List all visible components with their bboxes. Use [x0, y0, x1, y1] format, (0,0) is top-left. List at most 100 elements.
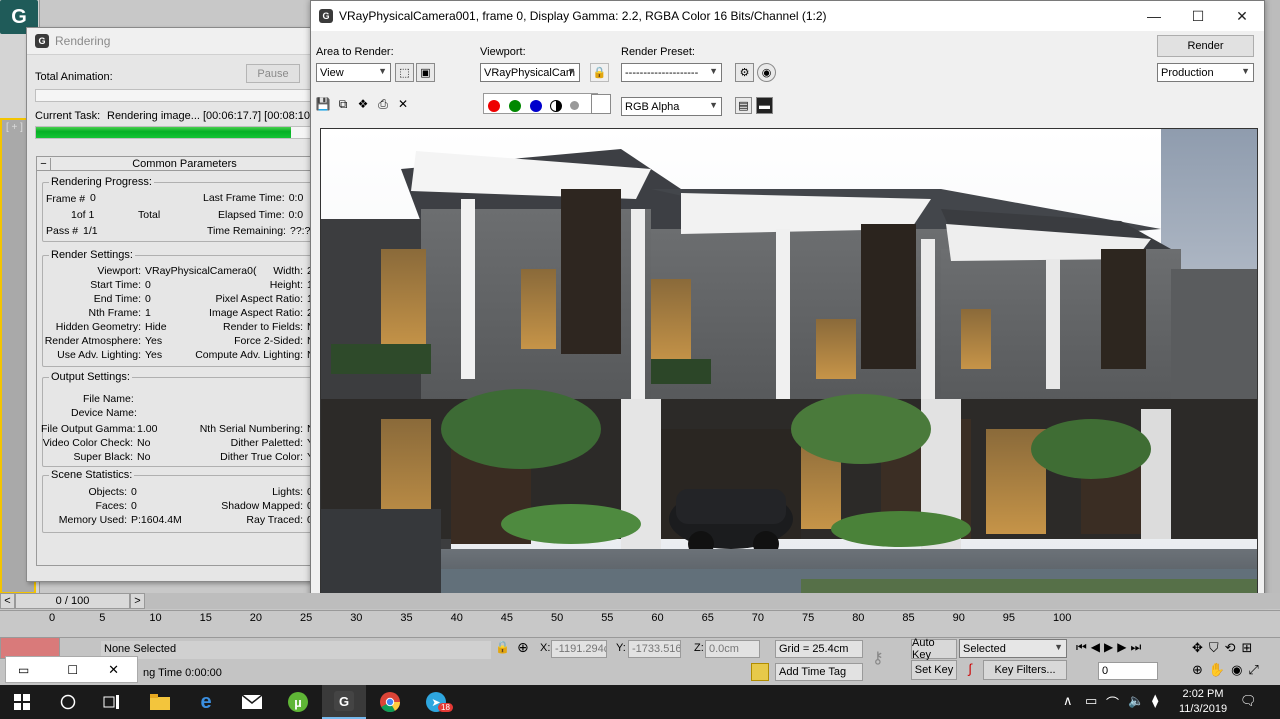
common-parameters-header[interactable]: − Common Parameters — [37, 157, 318, 171]
total-label: Total — [138, 209, 161, 221]
action-center-icon[interactable]: 🗨 — [1240, 693, 1257, 709]
file-explorer-icon[interactable] — [138, 685, 182, 719]
vfb-titlebar[interactable]: G VRayPhysicalCamera001, frame 0, Displa… — [311, 1, 1264, 31]
task-view-icon[interactable] — [90, 685, 134, 719]
telegram-icon[interactable]: ➤ 18 — [414, 685, 458, 719]
right-setting-row: Height:10 — [183, 279, 319, 292]
left-setting-row: Faces: 0 — [43, 500, 136, 513]
right-setting-row: Compute Adv. Lighting:No — [183, 349, 320, 362]
mono-channel-icon[interactable] — [570, 101, 579, 110]
chrome-icon[interactable] — [368, 685, 412, 719]
ruler-tick-label: 100 — [1053, 612, 1072, 624]
set-key-button[interactable]: Set Key — [911, 660, 957, 680]
viewport-nav-icons[interactable]: ✥⛉⟲⊞ — [1192, 640, 1258, 656]
playback-controls-icon[interactable]: ⏮◀▶▶⏭ — [1076, 640, 1145, 655]
z-coordinate-field[interactable]: 0.0cm — [705, 640, 760, 658]
mail-icon[interactable] — [230, 685, 274, 719]
region-render-icon[interactable]: ⬚ — [395, 63, 414, 82]
current-frame-field[interactable]: 0 — [1098, 662, 1158, 680]
viewport-label[interactable]: [ + ] — [6, 122, 23, 133]
left-setting-row: Memory Used: P:1604.4M — [43, 514, 182, 527]
last-frame-time: Last Frame Time: 0:0 — [203, 192, 304, 204]
red-channel-icon[interactable] — [488, 100, 500, 112]
production-dropdown[interactable]: Production ▼ — [1157, 63, 1254, 82]
auto-key-button[interactable]: Auto Key — [911, 637, 957, 661]
left-setting-row: Hidden Geometry: Hide — [41, 321, 167, 334]
render-preview-image[interactable] — [320, 128, 1258, 598]
search-icon[interactable] — [46, 685, 90, 719]
viewport-nav-icons-row2[interactable]: ⊕✋◉⤢ — [1192, 662, 1265, 678]
crop-icon[interactable]: ▣ — [416, 63, 435, 82]
collapse-icon[interactable]: − — [37, 157, 51, 170]
next-frame-icon[interactable]: > — [130, 593, 145, 609]
volume-icon[interactable]: 🔈 — [1128, 693, 1144, 709]
clock-time: 2:02 PM — [1182, 688, 1224, 700]
max-app-icon: G — [319, 9, 333, 23]
timeline-bar — [0, 593, 1280, 609]
z-label: Z: — [694, 642, 704, 654]
viewport-dropdown[interactable]: VRayPhysicalCam ▼ — [480, 63, 580, 82]
show-corrections-icon[interactable]: ▤ — [735, 97, 752, 114]
battery-icon[interactable]: ▭ — [1085, 693, 1097, 709]
background-color-swatch[interactable] — [591, 94, 611, 114]
render-preset-dropdown[interactable]: -------------------- ▼ — [621, 63, 722, 82]
maximize-icon[interactable]: ☐ — [67, 663, 78, 677]
ruler-tick-label: 20 — [249, 612, 263, 624]
save-image-icon[interactable]: 💾 — [314, 95, 332, 113]
dark-mode-icon[interactable]: ▬ — [756, 97, 773, 114]
left-setting-row: Super Black: No — [41, 451, 150, 464]
environment-icon[interactable]: ◉ — [757, 63, 776, 82]
print-icon[interactable]: ⎙ — [374, 95, 392, 113]
tangent-icon[interactable]: ∫ — [960, 661, 980, 681]
setting-label: Lights: — [272, 486, 303, 498]
utorrent-icon[interactable]: µ — [276, 685, 320, 719]
prev-frame-icon[interactable]: < — [0, 593, 15, 609]
absolute-mode-icon[interactable]: ⊕ — [517, 639, 529, 656]
track-bar[interactable] — [0, 610, 1280, 637]
minimized-window[interactable]: ▭ ☐ ✕ — [5, 656, 138, 683]
pause-button[interactable]: Pause — [246, 64, 300, 83]
network-icon[interactable]: ⌒ — [1106, 693, 1119, 712]
key-icon[interactable]: ⚷ — [872, 648, 884, 668]
chevron-down-icon: ▼ — [567, 66, 576, 76]
close-icon[interactable]: ✕ — [1220, 1, 1264, 31]
clear-icon[interactable]: ✕ — [394, 95, 412, 113]
windows-start-icon[interactable] — [0, 685, 44, 719]
channel-dropdown[interactable]: RGB Alpha ▼ — [621, 97, 722, 116]
minimize-icon[interactable]: — — [1132, 1, 1176, 31]
setting-value: Yes — [145, 335, 163, 347]
close-icon[interactable]: ✕ — [108, 662, 119, 678]
clone-frame-icon[interactable]: ⧉ — [334, 95, 352, 113]
channel-value: RGB Alpha — [625, 100, 680, 113]
channels-icon[interactable]: ❖ — [354, 95, 372, 113]
system-clock[interactable]: 2:02 PM 11/3/2019 — [1175, 687, 1231, 717]
ruler-tick-label: 70 — [751, 612, 765, 624]
key-filters-button[interactable]: Key Filters... — [983, 660, 1067, 680]
time-tag-icon[interactable] — [751, 663, 769, 681]
area-to-render-dropdown[interactable]: View ▼ — [316, 63, 391, 82]
ruler-tick-label: 65 — [701, 612, 714, 624]
y-coordinate-field[interactable]: -1733.516c — [628, 640, 681, 658]
key-mode-dropdown[interactable]: Selected ▼ — [959, 639, 1067, 658]
tray-chevron-icon[interactable]: ∧ — [1063, 693, 1073, 709]
setting-label: Render Atmosphere: — [44, 335, 141, 347]
device-name-label: Device Name: — [71, 407, 137, 419]
setting-label: Render to Fields: — [223, 321, 303, 333]
alpha-channel-icon[interactable] — [550, 100, 562, 112]
green-channel-icon[interactable] — [509, 100, 521, 112]
setting-value: 1 — [145, 307, 151, 319]
3ds-max-taskbar-icon[interactable]: G — [322, 685, 366, 719]
edge-browser-icon[interactable]: e — [184, 685, 228, 719]
setting-label: Hidden Geometry: — [55, 321, 141, 333]
maximize-icon[interactable]: ☐ — [1176, 1, 1220, 31]
rendering-titlebar[interactable]: G Rendering — [27, 28, 325, 55]
dropbox-icon[interactable]: ⧫ — [1152, 693, 1158, 709]
time-slider[interactable]: 0 / 100 — [15, 593, 130, 609]
render-button[interactable]: Render — [1157, 35, 1254, 57]
selection-lock-icon[interactable]: 🔒 — [495, 640, 510, 654]
render-setup-icon[interactable]: ⚙ — [735, 63, 754, 82]
lock-icon[interactable]: 🔒 — [590, 63, 609, 82]
add-time-tag-button[interactable]: Add Time Tag — [775, 663, 863, 681]
blue-channel-icon[interactable] — [530, 100, 542, 112]
x-coordinate-field[interactable]: -1191.294c — [551, 640, 607, 658]
